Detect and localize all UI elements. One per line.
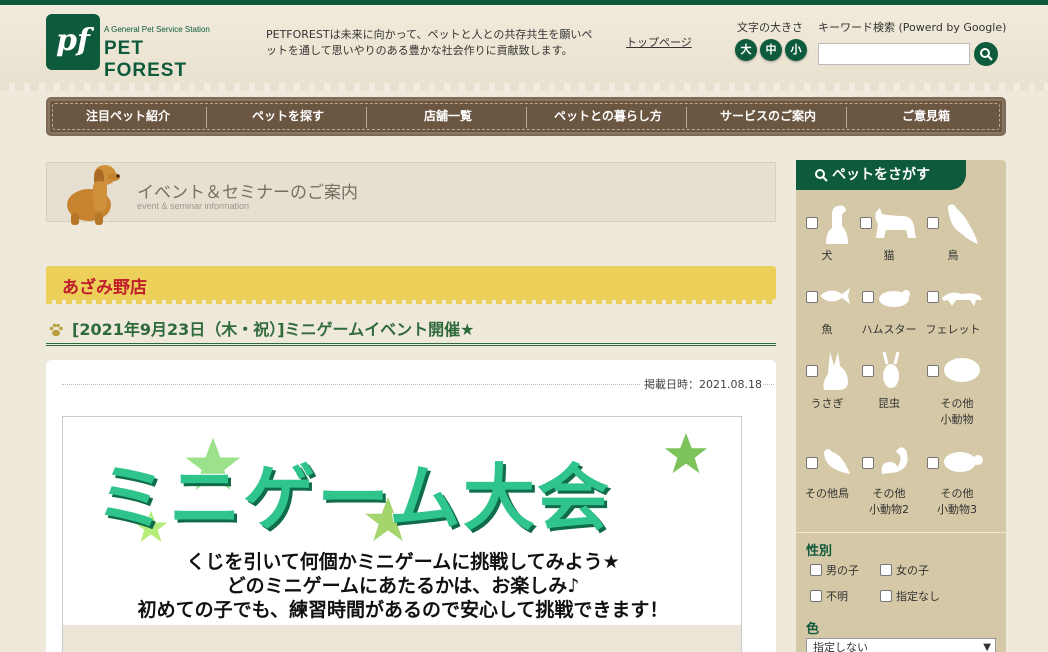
store-heading-bar: あざみ野店 — [46, 266, 776, 304]
posted-date: 掲載日時：2021.08.18 — [640, 376, 762, 392]
pet-checkbox-other-small-2[interactable] — [862, 457, 874, 469]
beetle-icon — [882, 351, 900, 388]
paw-icon — [49, 323, 63, 337]
gender-option-male[interactable]: 男の子 — [810, 562, 859, 578]
pet-label-bird: 鳥 — [947, 249, 959, 262]
banner-title: イベント＆セミナーのご案内 — [137, 183, 358, 203]
nav-living-with-pets[interactable]: ペットとの暮らし方 — [528, 99, 688, 134]
font-size-medium-button[interactable]: 中 — [760, 39, 782, 61]
pet-checkbox-other-small[interactable] — [927, 365, 939, 377]
cat-icon — [875, 208, 916, 238]
event-heading: [2021年9月23日（木・祝）]ミニゲームイベント開催★ — [46, 316, 776, 346]
nav-store-list[interactable]: 店舗一覧 — [368, 99, 528, 134]
sidebar-divider — [796, 532, 1006, 533]
event-banner: イベント＆セミナーのご案内 event & seminar informatio… — [46, 162, 776, 225]
rabbit-icon — [823, 352, 848, 390]
color-select[interactable]: 指定しない ▼ — [806, 638, 996, 652]
font-size-label: 文字の大きさ — [737, 21, 803, 34]
logo-mark: pf — [46, 14, 100, 70]
star-decoration-icon — [664, 432, 708, 474]
pet-checkbox-hamster[interactable] — [862, 291, 874, 303]
nav-divider — [206, 107, 207, 128]
nav-find-pets[interactable]: ペットを探す — [208, 99, 368, 134]
search-button[interactable] — [974, 42, 998, 66]
hamster-icon — [879, 290, 910, 307]
pet-label-other-small-2: その他 小動物2 — [869, 487, 909, 516]
nav-divider — [526, 107, 527, 128]
golden-retriever-icon — [67, 165, 120, 225]
pet-label-rabbit: うさぎ — [810, 397, 844, 410]
bird-icon — [948, 204, 978, 244]
flyer-line-3: 初めての子でも、練習時間があるので安心して挑戦できます！ — [137, 599, 669, 621]
pet-checkbox-bird[interactable] — [927, 217, 939, 229]
checkbox[interactable] — [880, 564, 892, 576]
logo-tagline: A General Pet Service Station — [104, 25, 210, 34]
pet-checkbox-dog[interactable] — [806, 217, 818, 229]
flyer-title: ミニゲーム大会 — [95, 456, 611, 540]
pet-label-dog: 犬 — [821, 249, 833, 262]
gender-option-any[interactable]: 指定なし — [880, 588, 940, 604]
color-section-title: 色 — [806, 622, 820, 637]
site-logo[interactable]: pf A General Pet Service Station PET FOR… — [46, 14, 226, 81]
search-icon — [815, 169, 828, 182]
pet-label-other-small-3: その他 小動物3 — [937, 487, 977, 516]
dog-icon — [826, 205, 848, 244]
event-flyer-image: ミニゲーム大会 くじを引いて何個かミニゲームに挑戦してみよう★ どのミニゲームに… — [62, 416, 742, 652]
pet-label-fish: 魚 — [821, 323, 833, 336]
search-icon — [980, 48, 993, 61]
top-page-link[interactable]: トップページ — [626, 34, 692, 50]
nav-feedback[interactable]: ご意見箱 — [846, 99, 1006, 134]
chevron-down-icon: ▼ — [983, 642, 991, 652]
gender-option-unknown[interactable]: 不明 — [810, 588, 848, 604]
keyword-search-input[interactable] — [818, 43, 970, 65]
checkbox[interactable] — [880, 590, 892, 602]
flyer-line-2: どのミニゲームにあたるかは、お楽しみ♪ — [226, 575, 580, 597]
pet-checkbox-insect[interactable] — [862, 365, 874, 377]
pet-search-sidebar: ペットをさがす 犬 猫 鳥 魚 ハムスター フェレット うさぎ 昆虫 その他 小… — [796, 160, 1006, 652]
flyer-photo-area — [63, 625, 741, 652]
pet-label-insect: 昆虫 — [878, 397, 900, 410]
pet-checkbox-other-small-3[interactable] — [927, 457, 939, 469]
banner-subtitle: event & seminar information — [137, 201, 250, 211]
nav-featured-pets[interactable]: 注目ペット紹介 — [48, 99, 208, 134]
checkbox[interactable] — [810, 590, 822, 602]
global-nav: 注目ペット紹介 ペットを探す 店舗一覧 ペットとの暮らし方 サービスのご案内 ご… — [46, 97, 1006, 136]
nav-divider — [686, 107, 687, 128]
pet-label-hamster: ハムスター — [861, 323, 917, 336]
pet-checkbox-rabbit[interactable] — [806, 365, 818, 377]
sidebar-title: ペットをさがす — [796, 160, 966, 190]
sidebar-title-text: ペットをさがす — [832, 167, 930, 183]
logo-name: PET FOREST — [104, 38, 188, 81]
pet-checkbox-ferret[interactable] — [927, 291, 939, 303]
gender-section-title: 性別 — [806, 544, 833, 559]
flyer-line-1: くじを引いて何個かミニゲームに挑戦してみよう★ — [186, 551, 620, 573]
gender-option-female[interactable]: 女の子 — [880, 562, 929, 578]
pet-checkbox-fish[interactable] — [806, 291, 818, 303]
pet-label-other-small: その他 小動物 — [940, 397, 974, 426]
keyword-search-label: キーワード検索 (Powerd by Google) — [818, 21, 1007, 34]
ferret-icon — [942, 292, 982, 306]
event-article: 掲載日時：2021.08.18 ミニゲーム大会 くじを引いて何個かミニゲームに挑… — [46, 360, 776, 652]
font-size-small-button[interactable]: 小 — [785, 39, 807, 61]
squirrel-icon — [881, 447, 908, 474]
store-name: あざみ野店 — [62, 278, 147, 298]
event-title: [2021年9月23日（木・祝）]ミニゲームイベント開催★ — [72, 320, 475, 339]
other-bird-icon — [824, 449, 850, 474]
checkbox[interactable] — [810, 564, 822, 576]
header-tagline: PETFORESTは未来に向かって、ペットと人との共存共生を願いペットを通して思… — [266, 28, 593, 57]
pet-label-other-bird: その他鳥 — [805, 487, 849, 500]
pet-label-cat: 猫 — [883, 249, 895, 262]
turtle-icon — [944, 452, 983, 472]
pet-checkbox-cat[interactable] — [860, 217, 872, 229]
font-size-large-button[interactable]: 大 — [735, 39, 757, 61]
color-select-value: 指定しない — [813, 641, 868, 652]
nav-services[interactable]: サービスのご案内 — [688, 99, 848, 134]
pet-label-ferret: フェレット — [925, 323, 981, 336]
nav-divider — [366, 107, 367, 128]
site-header: pf A General Pet Service Station PET FOR… — [0, 5, 1048, 91]
pet-checkbox-other-bird[interactable] — [806, 457, 818, 469]
small-animal-icon — [944, 358, 980, 382]
fish-icon — [820, 288, 850, 304]
